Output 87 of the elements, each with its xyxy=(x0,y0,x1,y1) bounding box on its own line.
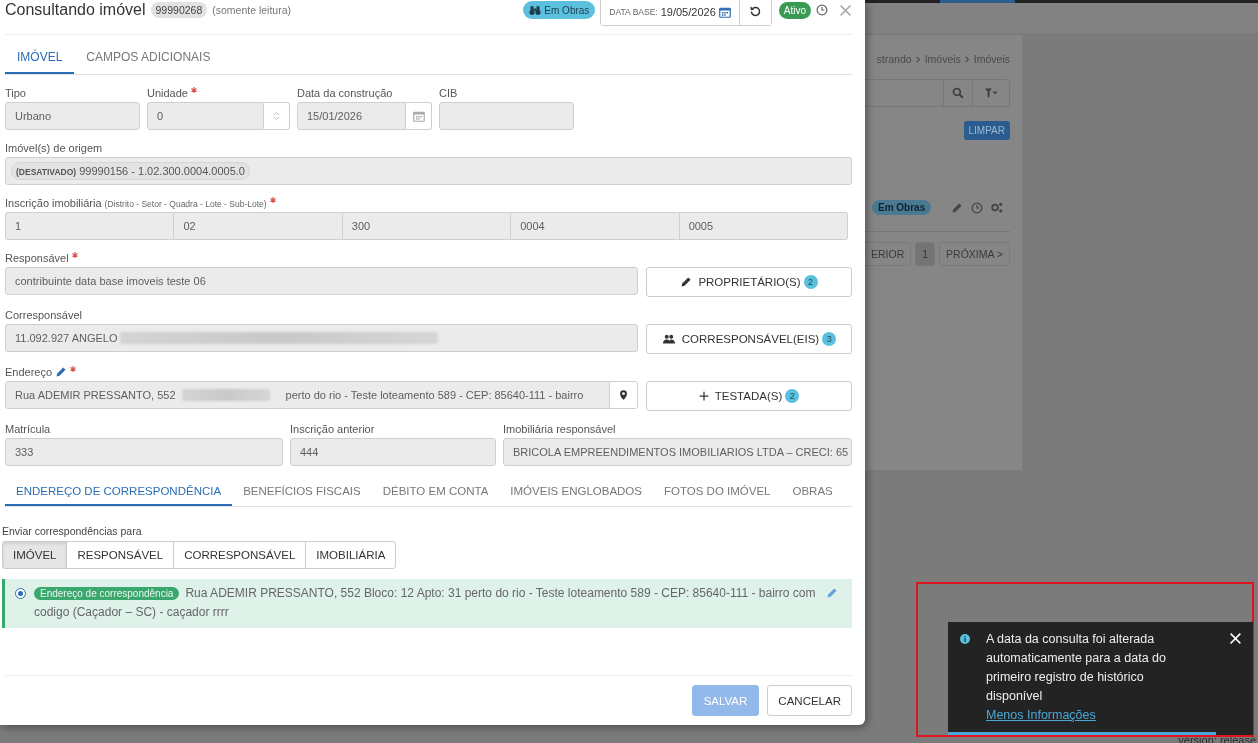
origin-chip: (DESATIVADO) 99990156 - 1.02.300.0004.0005.0 xyxy=(11,162,250,180)
pencil-icon xyxy=(680,276,693,288)
address-card[interactable]: Endereço de correspondência Rua ADEMIR PRESSANTO, 552 Bloco: 12 Apto: 31 perto do rio - Teste loteamento 589 - CEP: 85640-111 - bairro com codigo (Caçador – SC) - caçador rrrr xyxy=(2,579,852,628)
field-label: Matrícula xyxy=(5,423,51,435)
close-icon xyxy=(1229,632,1242,645)
field-label: Endereço xyxy=(5,366,53,378)
dialog-title: Consultando imóvel xyxy=(5,1,146,19)
clock-icon xyxy=(971,201,983,214)
clock-icon xyxy=(816,4,828,16)
input-field[interactable]: 333 xyxy=(5,438,283,466)
pagination-button[interactable]: PRÓXIMA > xyxy=(939,242,1010,266)
input-field[interactable]: (DESATIVADO) 99990156 - 1.02.300.0004.0005.0 xyxy=(5,157,852,185)
field-label: Responsável xyxy=(5,252,69,264)
field-label: Imobiliária responsável xyxy=(503,423,616,435)
input-field[interactable]: 1 xyxy=(5,212,175,240)
field-hint: (Distrito - Setor - Quadra - Lote - Sub-Lote) xyxy=(104,199,267,209)
field-label: Corresponsável xyxy=(5,309,83,321)
status-tag: Ativo xyxy=(778,1,811,19)
toast-message: A data da consulta foi alterada automaticamente para a data do primeiro registro de histórico disponível xyxy=(986,631,1167,705)
input-field[interactable]: 0004 xyxy=(511,212,680,240)
tab[interactable]: ENDEREÇO DE CORRESPONDÊNCIA xyxy=(5,476,233,506)
toggle-option[interactable]: CORRESPONSÁVEL xyxy=(173,541,307,569)
field-label: Enviar correspondências para xyxy=(2,525,143,537)
count-badge: 3 xyxy=(822,332,837,346)
input-field[interactable]: BRICOLA EMPREENDIMENTOS IMOBILIARIOS LTDA – CRECI: 65 xyxy=(503,438,852,466)
plus-icon xyxy=(698,391,709,401)
date-base-button[interactable]: DATA BASE: 19/05/2026 xyxy=(601,0,739,25)
tab[interactable]: BENEFÍCIOS FISCAIS xyxy=(232,476,372,506)
tab[interactable]: FOTOS DO IMÓVEL xyxy=(653,476,782,506)
toggle-option[interactable]: RESPONSÁVEL xyxy=(66,541,175,569)
input-field[interactable]: 300 xyxy=(342,212,512,240)
close-button[interactable] xyxy=(1229,632,1242,645)
status-tag: Em Obras xyxy=(523,1,596,19)
tab[interactable]: DÉBITO EM CONTA xyxy=(371,476,500,506)
owners-button[interactable]: PROPRIETÁRIO(S) 2 xyxy=(646,267,852,297)
tab[interactable]: IMÓVEL xyxy=(5,41,75,74)
field-label: Data da construção xyxy=(297,87,393,99)
edit-icon xyxy=(826,587,838,599)
tab[interactable]: OBRAS xyxy=(781,476,844,506)
count-badge: 2 xyxy=(803,275,818,289)
input-field[interactable]: 11.092.927 ANGELO xyxy=(5,324,638,352)
toggle-option[interactable]: IMOBILIÁRIA xyxy=(305,541,397,569)
field-label: Imóvel(s) de origem xyxy=(5,142,103,154)
input-field[interactable]: contribuinte data base imoveis teste 06 xyxy=(5,267,638,295)
clear-button[interactable]: LIMPAR xyxy=(963,121,1010,140)
users-icon xyxy=(661,333,676,345)
co-owners-button[interactable]: CORRESPONSÁVEL(EIS) 3 xyxy=(646,324,852,354)
input-field[interactable]: Urbano xyxy=(5,102,140,130)
close-icon xyxy=(839,3,852,17)
refresh-button[interactable] xyxy=(738,0,771,25)
mode-text: (somente leitura) xyxy=(212,4,292,16)
input-field[interactable] xyxy=(439,102,574,130)
field-label: Tipo xyxy=(5,87,26,99)
input-field[interactable]: 15/01/2026 xyxy=(297,102,406,130)
status-tag: Em Obras xyxy=(872,200,932,215)
address-field[interactable]: Rua ADEMIR PRESSANTO, 552 perto do rio - Teste loteamento 589 - CEP: 85640-111 - bairro xyxy=(5,381,638,409)
chevron-icon xyxy=(914,54,922,64)
field-label: CIB xyxy=(439,87,458,99)
binoculars-icon xyxy=(529,4,542,16)
input-field[interactable]: 0005 xyxy=(679,212,849,240)
refresh-icon xyxy=(748,5,762,18)
calendar-icon xyxy=(718,5,731,18)
info-icon xyxy=(960,634,970,644)
pencil-icon xyxy=(951,201,963,214)
pencil-icon xyxy=(55,366,68,378)
toggle-option[interactable]: IMÓVEL xyxy=(2,541,68,569)
map-pin-button[interactable] xyxy=(609,382,637,408)
input-field[interactable]: 02 xyxy=(174,212,343,240)
search-icon xyxy=(952,87,964,99)
cancel-button[interactable]: CANCELAR xyxy=(767,685,852,716)
gears-icon xyxy=(991,201,1004,214)
field-label: Inscrição anterior xyxy=(290,423,375,435)
tab[interactable]: CAMPOS ADICIONAIS xyxy=(74,41,223,74)
map-pin-icon xyxy=(618,389,629,401)
frontage-button[interactable]: TESTADA(S) 2 xyxy=(646,381,852,411)
input-field[interactable]: 0 xyxy=(147,102,264,130)
field-label: Inscrição imobiliária xyxy=(5,197,102,209)
input-field[interactable]: 444 xyxy=(290,438,496,466)
calendar-icon xyxy=(412,110,425,122)
count-badge: 2 xyxy=(785,389,800,403)
field-label: Unidade xyxy=(147,87,188,99)
tab[interactable]: IMÓVEIS ENGLOBADOS xyxy=(499,476,653,506)
less-info-link[interactable]: Menos Informações xyxy=(986,708,1096,722)
radio-button[interactable] xyxy=(15,588,26,599)
address-text: Endereço de correspondência Rua ADEMIR PRESSANTO, 552 Bloco: 12 Apto: 31 perto do rio - Teste loteamento 589 - CEP: 85640-111 - bairro com codigo (Caçador – SC) - caçador rrrr xyxy=(34,585,817,621)
chevron-icon xyxy=(963,54,971,64)
code-badge: 99990268 xyxy=(150,2,208,18)
